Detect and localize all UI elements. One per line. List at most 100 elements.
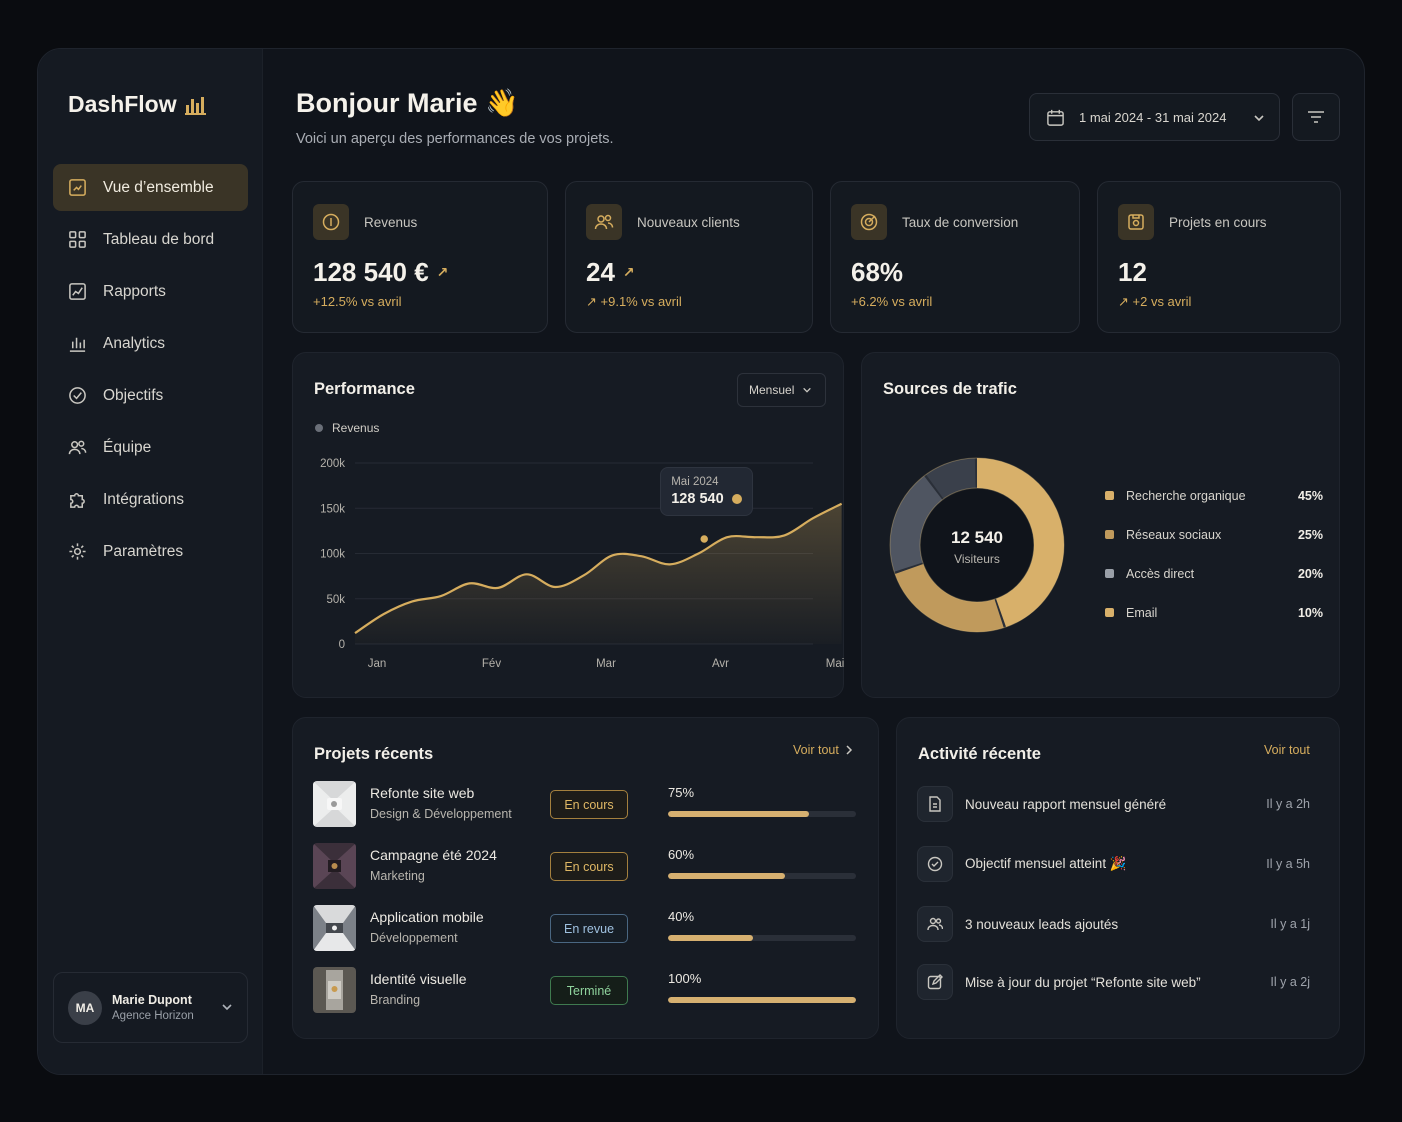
- user-menu[interactable]: MA Marie Dupont Agence Horizon: [53, 972, 248, 1043]
- project-row[interactable]: Campagne été 2024 Marketing En cours 60%: [313, 843, 858, 891]
- legend-swatch: [1105, 491, 1114, 500]
- legend-swatch: [1105, 530, 1114, 539]
- progress-label: 60%: [668, 847, 695, 862]
- activity-item[interactable]: Mise à jour du projet “Refonte site web”…: [917, 963, 1310, 1001]
- legend-label: Recherche organique: [1126, 488, 1246, 503]
- dashboard-grid-icon: [69, 231, 86, 248]
- highlight-point: [698, 533, 710, 545]
- filter-button[interactable]: [1292, 93, 1340, 141]
- sidebar-item-settings[interactable]: Paramètres: [53, 528, 248, 575]
- donut-total-label: Visiteurs: [954, 552, 1000, 566]
- legend-row: Email 10%: [1105, 593, 1323, 632]
- activity-item[interactable]: Nouveau rapport mensuel généré Il y a 2h: [917, 785, 1310, 823]
- project-row[interactable]: Refonte site web Design & Développement …: [313, 781, 858, 829]
- date-range-picker[interactable]: 1 mai 2024 - 31 mai 2024: [1029, 93, 1280, 141]
- sidebar-item-label: Équipe: [103, 438, 152, 456]
- projects-see-all-link[interactable]: Voir tout: [793, 743, 853, 757]
- kpi-card-clients: Nouveaux clients 24 ↗ ↗ +9.1% vs avril: [565, 181, 813, 333]
- activity-title: Activité récente: [918, 745, 1041, 763]
- progress-bar: [668, 935, 856, 941]
- logo-bars-icon: [184, 96, 206, 115]
- activity-text: Objectif mensuel atteint 🎉: [965, 856, 1127, 871]
- y-tick-label: 0: [339, 639, 345, 651]
- avatar: MA: [68, 990, 102, 1025]
- legend-pct: 45%: [1297, 488, 1323, 503]
- page-subtitle: Voici un aperçu des performances de vos …: [296, 131, 614, 147]
- activity-item[interactable]: Objectif mensuel atteint 🎉 Il y a 5h: [917, 845, 1310, 883]
- y-tick-label: 100k: [320, 549, 345, 561]
- sidebar-item-overview[interactable]: Vue d’ensemble: [53, 164, 248, 211]
- x-tick-label: Mai: [826, 658, 845, 670]
- progress-label: 75%: [668, 785, 695, 800]
- sidebar-item-label: Rapports: [103, 282, 166, 300]
- kpi-card-revenue: Revenus 128 540 € ↗ +12.5% vs avril: [292, 181, 548, 333]
- legend-row: Réseaux sociaux 25%: [1105, 515, 1323, 554]
- projects-icon: [1118, 204, 1154, 240]
- project-row[interactable]: Identité visuelle Branding Terminé 100%: [313, 967, 858, 1015]
- legend-row: Recherche organique 45%: [1105, 476, 1323, 515]
- performance-chart: 0 50k 100k 150k 200k Jan Fév Mar Avr Mai: [320, 458, 845, 670]
- main-content: Bonjour Marie 👋 Voici un aperçu des perf…: [263, 49, 1364, 1074]
- project-category: Branding: [370, 993, 421, 1007]
- clients-icon: [586, 204, 622, 240]
- projects-title: Projets récents: [314, 745, 434, 763]
- trend-up-icon: ↗: [622, 264, 635, 280]
- sidebar-item-dashboard[interactable]: Tableau de bord: [53, 216, 248, 263]
- overview-icon: [69, 179, 86, 196]
- legend-label: Réseaux sociaux: [1126, 527, 1222, 542]
- user-name: Marie Dupont: [112, 993, 192, 1007]
- sidebar-item-goals[interactable]: Objectifs: [53, 372, 248, 419]
- activity-text: Mise à jour du projet “Refonte site web”: [965, 974, 1201, 990]
- sidebar-item-integrations[interactable]: Intégrations: [53, 476, 248, 523]
- legend-swatch: [1105, 608, 1114, 617]
- sidebar-item-label: Vue d’ensemble: [103, 178, 214, 196]
- project-category: Développement: [370, 931, 458, 945]
- progress-bar: [668, 811, 856, 817]
- activity-see-all-link[interactable]: Voir tout: [1264, 743, 1310, 757]
- traffic-legend: Recherche organique 45% Réseaux sociaux …: [1105, 476, 1323, 632]
- chevron-right-icon: [846, 745, 852, 755]
- document-icon: [917, 786, 953, 822]
- status-badge: En cours: [550, 790, 628, 819]
- project-category: Marketing: [370, 869, 425, 883]
- progress-bar: [668, 997, 856, 1003]
- sidebar-item-label: Intégrations: [103, 490, 184, 508]
- donut-center: 12 540 Visiteurs: [917, 528, 1037, 566]
- status-badge: En revue: [550, 914, 628, 943]
- users-icon: [917, 906, 953, 942]
- project-thumbnail: [313, 843, 356, 889]
- target-check-icon: [917, 846, 953, 882]
- sidebar-item-analytics[interactable]: Analytics: [53, 320, 248, 367]
- kpi-value: 12: [1118, 257, 1147, 287]
- progress-label: 100%: [668, 971, 702, 986]
- kpi-card-projects: Projets en cours 12 ↗ +2 vs avril: [1097, 181, 1341, 333]
- project-name: Application mobile: [370, 909, 484, 925]
- user-org: Agence Horizon: [112, 1010, 194, 1022]
- sidebar-item-reports[interactable]: Rapports: [53, 268, 248, 315]
- brand-logo[interactable]: DashFlow: [68, 91, 207, 118]
- trend-up-icon: ↗: [436, 264, 449, 280]
- puzzle-icon: [70, 493, 85, 508]
- project-thumbnail: [313, 905, 356, 951]
- activity-item[interactable]: 3 nouveaux leads ajoutés Il y a 1j: [917, 905, 1310, 943]
- project-row[interactable]: Application mobile Développement En revu…: [313, 905, 858, 953]
- y-tick-label: 200k: [320, 458, 345, 470]
- legend-label: Email: [1126, 605, 1158, 620]
- sidebar: DashFlow Vue d’ensemble Tableau de bord …: [38, 49, 263, 1074]
- activity-time: Il y a 2h: [1266, 797, 1310, 811]
- progress-label: 40%: [668, 909, 695, 924]
- kpi-label: Nouveaux clients: [637, 215, 740, 230]
- sidebar-item-label: Tableau de bord: [103, 230, 215, 248]
- recent-projects-card: Projets récents Voir tout Refonte site w…: [292, 717, 879, 1039]
- team-icon: [68, 440, 87, 455]
- page-title: Bonjour Marie 👋: [296, 88, 519, 118]
- chevron-down-icon: [1254, 115, 1264, 122]
- legend-row: Accès direct 20%: [1105, 554, 1323, 593]
- target-icon: [851, 204, 887, 240]
- x-tick-label: Avr: [712, 658, 729, 670]
- tooltip-label: Mai 2024: [671, 476, 719, 489]
- sidebar-nav: Vue d’ensemble Tableau de bord Rapports …: [53, 164, 248, 580]
- sidebar-item-team[interactable]: Équipe: [53, 424, 248, 471]
- activity-time: Il y a 5h: [1266, 857, 1310, 871]
- tooltip-dot: [731, 494, 742, 505]
